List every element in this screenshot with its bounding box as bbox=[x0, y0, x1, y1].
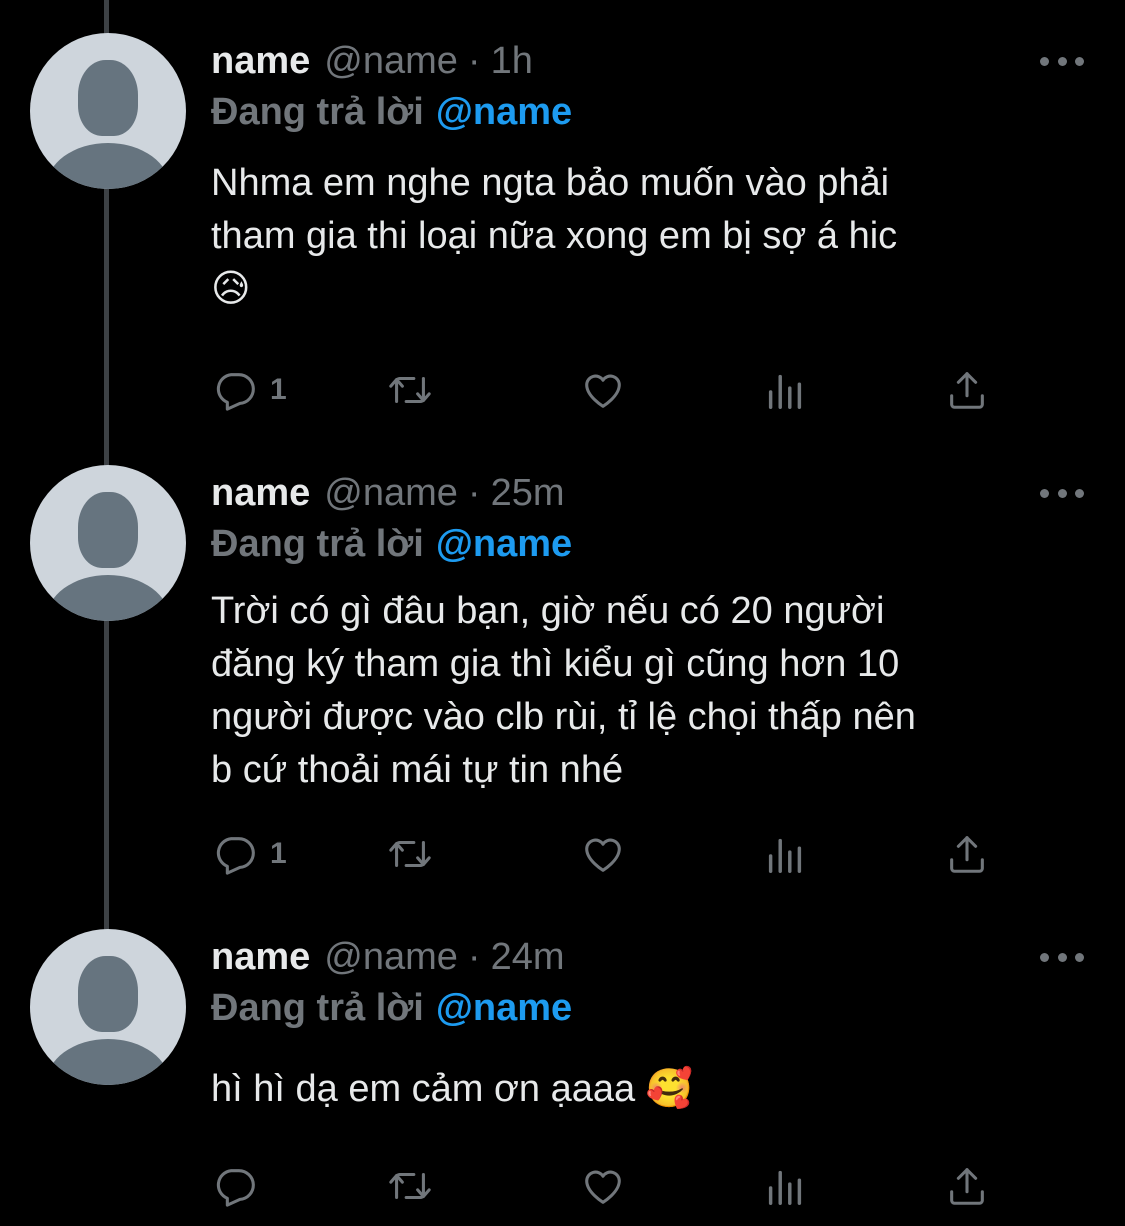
like-button[interactable] bbox=[580, 1161, 638, 1211]
heart-icon bbox=[585, 838, 621, 872]
reply-icon bbox=[216, 837, 255, 875]
reply-button[interactable] bbox=[212, 1161, 270, 1211]
tweet-header: name @name · 1h bbox=[211, 33, 533, 89]
timestamp[interactable]: 24m bbox=[491, 936, 565, 979]
share-button[interactable] bbox=[944, 829, 990, 879]
tweet-text: Trời có gì đâu bạn, giờ nếu có 20 người … bbox=[211, 590, 916, 791]
heart-icon bbox=[585, 1170, 621, 1204]
share-button[interactable] bbox=[944, 1161, 990, 1211]
replying-to-label: Đang trả lời bbox=[211, 523, 424, 565]
avatar-head-shape bbox=[78, 492, 138, 568]
user-handle[interactable]: @name bbox=[324, 936, 458, 979]
retweet-icon bbox=[389, 376, 431, 404]
like-button[interactable] bbox=[580, 365, 638, 415]
share-icon bbox=[950, 1168, 984, 1205]
retweet-button[interactable] bbox=[387, 365, 445, 415]
reply-icon bbox=[216, 373, 255, 411]
thread-line-1-2 bbox=[104, 172, 109, 466]
thread-line-2-3 bbox=[104, 605, 109, 930]
tweet-header: name @name · 24m bbox=[211, 929, 565, 985]
display-name[interactable]: name bbox=[211, 936, 310, 979]
replying-to: Đang trả lời @name bbox=[211, 91, 572, 134]
analytics-icon bbox=[768, 374, 802, 409]
replying-to-label: Đang trả lời bbox=[211, 91, 424, 133]
avatar-body-shape bbox=[46, 143, 170, 189]
reply-count: 1 bbox=[270, 837, 287, 870]
reply-icon bbox=[216, 1169, 255, 1207]
more-icon[interactable] bbox=[1040, 465, 1084, 521]
avatar-head-shape bbox=[78, 956, 138, 1032]
views-button[interactable] bbox=[762, 1161, 808, 1211]
retweet-button[interactable] bbox=[387, 1161, 445, 1211]
avatar[interactable] bbox=[30, 33, 186, 189]
user-handle[interactable]: @name bbox=[324, 40, 458, 83]
retweet-icon bbox=[389, 1172, 431, 1200]
reply-button[interactable]: 1 bbox=[212, 365, 287, 415]
avatar[interactable] bbox=[30, 465, 186, 621]
user-handle[interactable]: @name bbox=[324, 472, 458, 515]
replying-to: Đang trả lời @name bbox=[211, 523, 572, 566]
avatar[interactable] bbox=[30, 929, 186, 1085]
mention-link[interactable]: @name bbox=[436, 523, 572, 565]
heart-icon bbox=[585, 374, 621, 408]
mention-link[interactable]: @name bbox=[436, 987, 572, 1029]
tweet-actions: 1 bbox=[212, 365, 1012, 415]
tweet-actions bbox=[212, 1161, 1012, 1211]
separator-dot: · bbox=[467, 39, 481, 82]
like-button[interactable] bbox=[580, 829, 638, 879]
display-name[interactable]: name bbox=[211, 40, 310, 83]
replying-to-label: Đang trả lời bbox=[211, 987, 424, 1029]
analytics-icon bbox=[768, 1170, 802, 1205]
replying-to: Đang trả lời @name bbox=[211, 987, 572, 1030]
tweet-header: name @name · 25m bbox=[211, 465, 565, 521]
tweet-text: Nhma em nghe ngta bảo muốn vào phải tham… bbox=[211, 162, 898, 310]
tweet-text: hì hì dạ em cảm ơn ạaaa 🥰 bbox=[211, 1068, 694, 1110]
retweet-icon bbox=[389, 840, 431, 868]
timestamp[interactable]: 25m bbox=[491, 472, 565, 515]
timestamp[interactable]: 1h bbox=[491, 40, 533, 83]
share-icon bbox=[950, 836, 984, 873]
thread-line-top bbox=[104, 0, 109, 35]
reply-button[interactable]: 1 bbox=[212, 829, 287, 879]
mention-link[interactable]: @name bbox=[436, 91, 572, 133]
separator-dot: · bbox=[467, 471, 481, 514]
reply-count: 1 bbox=[270, 373, 287, 406]
analytics-icon bbox=[768, 838, 802, 873]
more-icon[interactable] bbox=[1040, 929, 1084, 985]
views-button[interactable] bbox=[762, 829, 808, 879]
share-button[interactable] bbox=[944, 365, 990, 415]
avatar-body-shape bbox=[46, 1039, 170, 1085]
avatar-body-shape bbox=[46, 575, 170, 621]
display-name[interactable]: name bbox=[211, 472, 310, 515]
tweet-actions: 1 bbox=[212, 829, 1012, 879]
retweet-button[interactable] bbox=[387, 829, 445, 879]
views-button[interactable] bbox=[762, 365, 808, 415]
separator-dot: · bbox=[467, 935, 481, 978]
more-icon[interactable] bbox=[1040, 33, 1084, 89]
share-icon bbox=[950, 372, 984, 409]
avatar-head-shape bbox=[78, 60, 138, 136]
